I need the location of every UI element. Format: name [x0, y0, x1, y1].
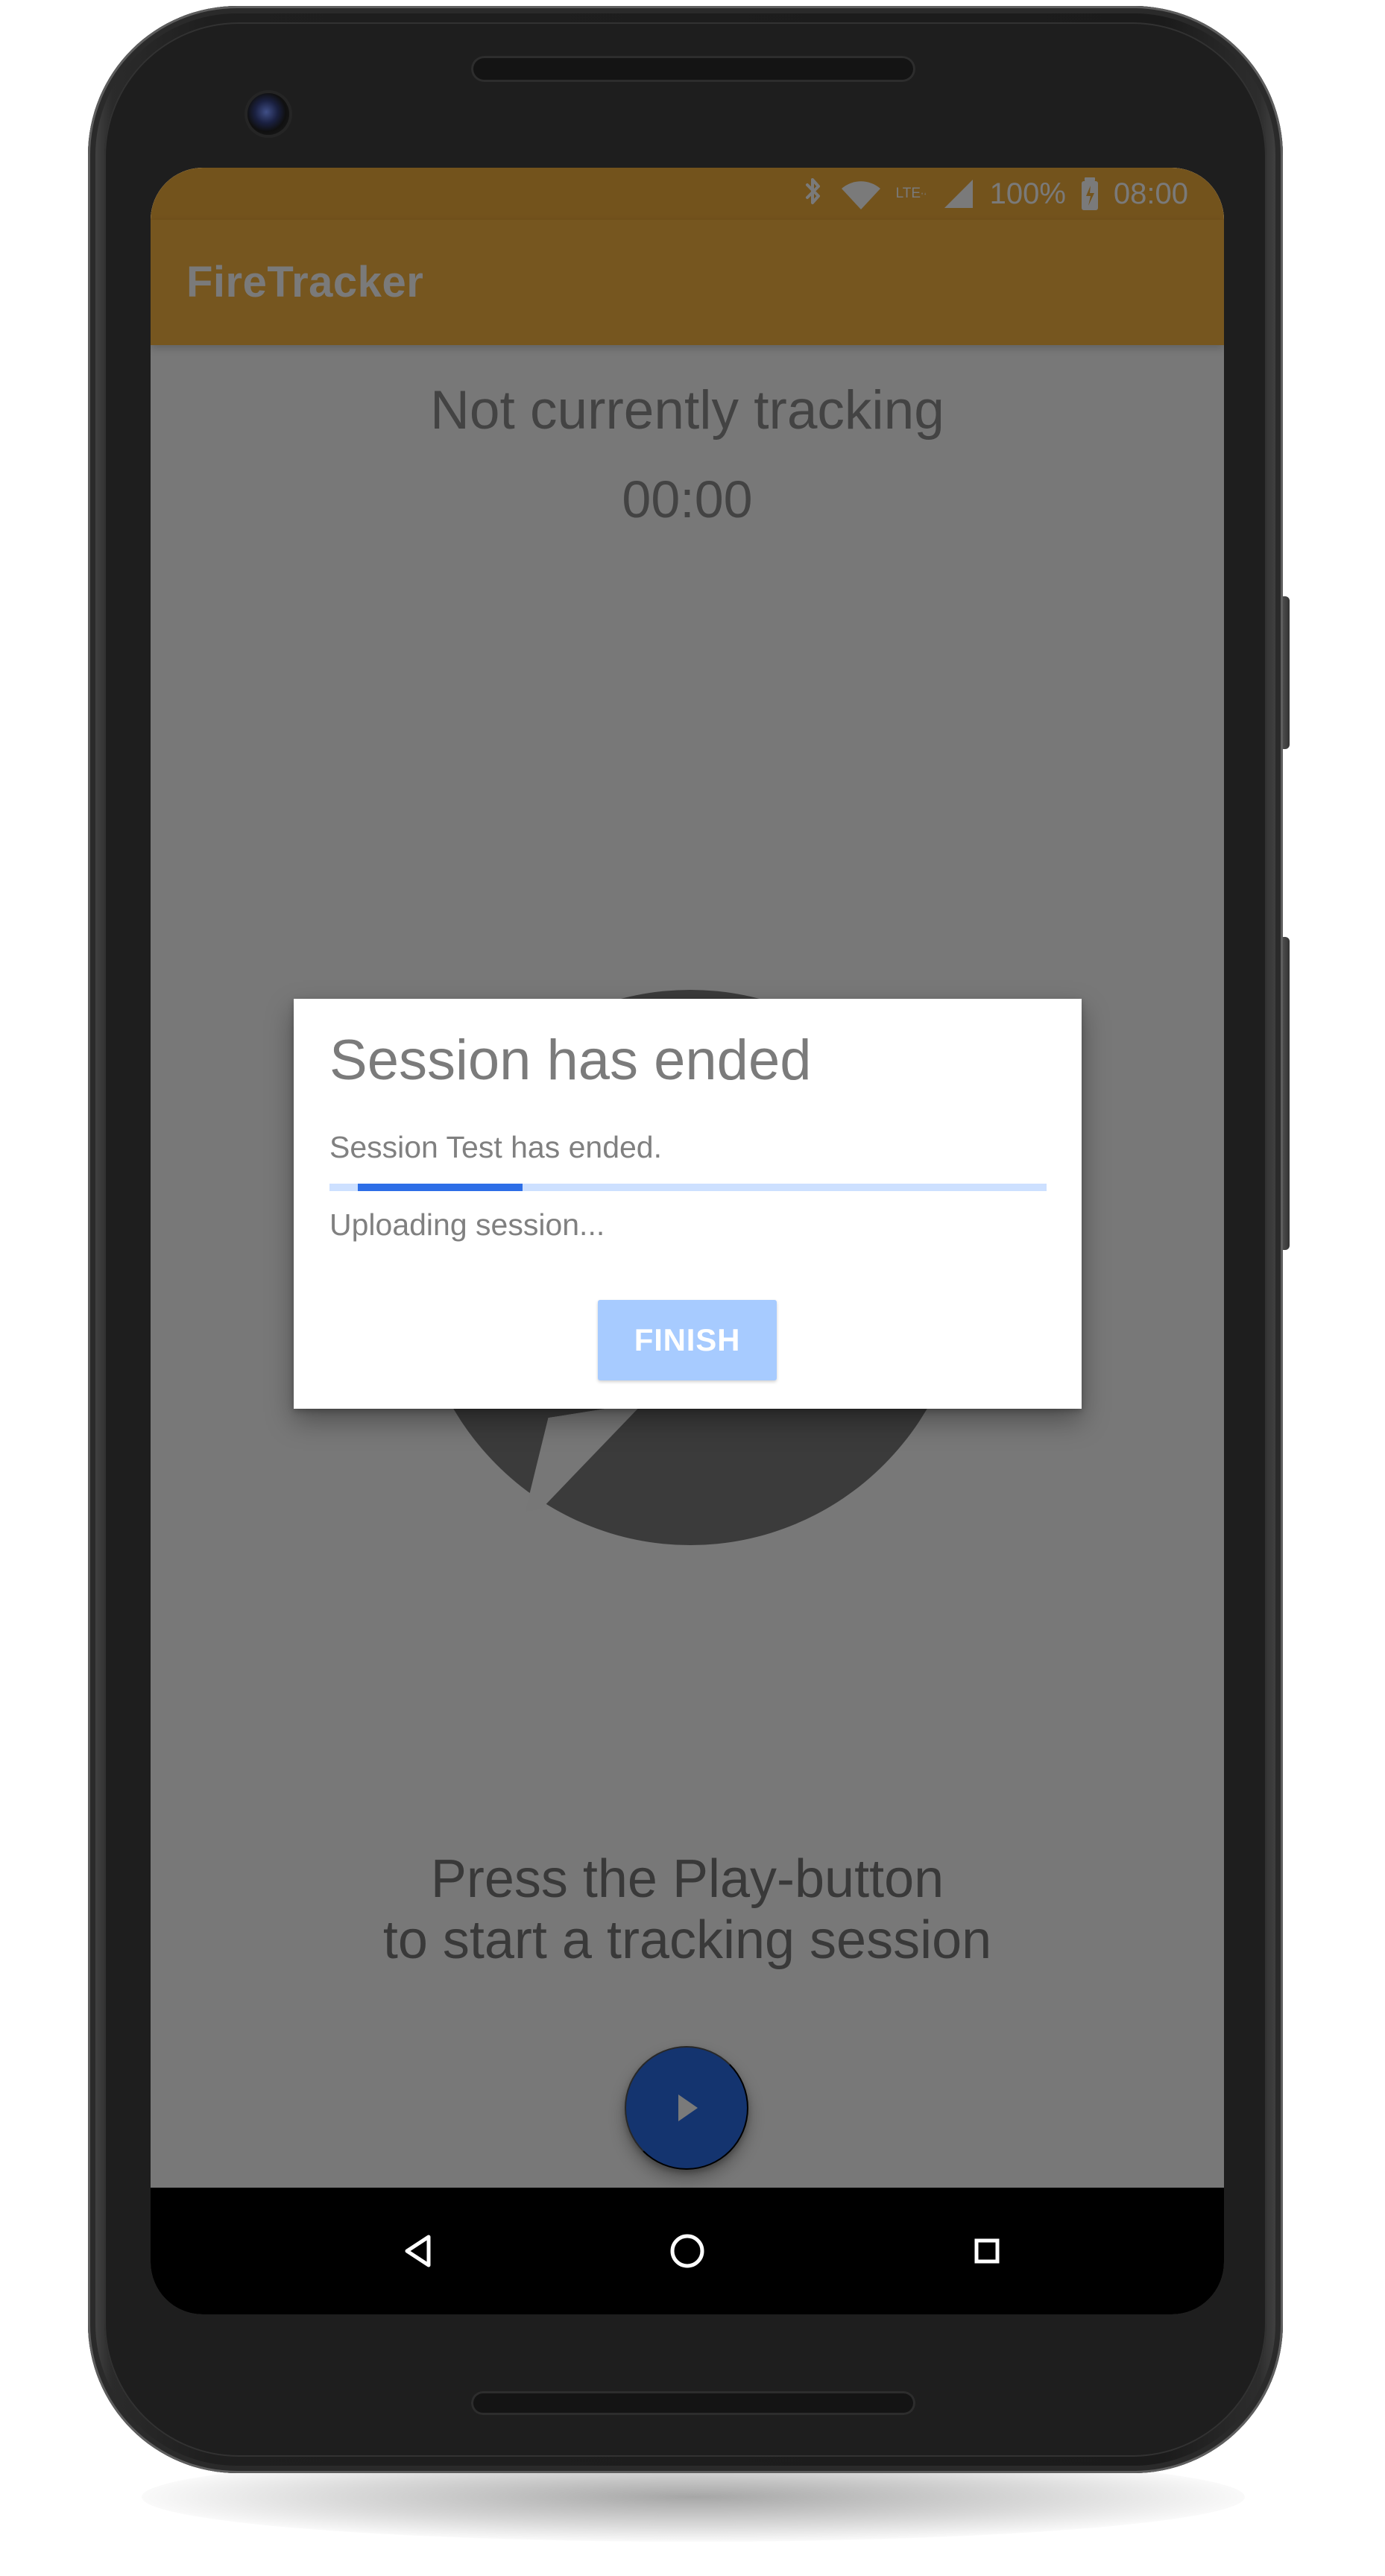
back-button[interactable]: back-triangle-icon	[388, 2221, 447, 2281]
lte-icon: LTE	[896, 175, 927, 212]
tracking-status-text: Not currently tracking	[430, 380, 944, 441]
status-time: 08:00	[1113, 177, 1188, 210]
bluetooth-icon	[801, 175, 826, 212]
bottom-speaker-grille	[471, 2391, 915, 2415]
app-title: FireTracker	[186, 258, 424, 306]
dialog-title: Session has ended	[329, 1029, 812, 1092]
back-triangle-icon	[405, 2235, 431, 2267]
top-speaker-grille	[471, 56, 915, 82]
cellular-signal-icon	[941, 175, 977, 212]
home-button[interactable]: home-circle-icon	[657, 2221, 717, 2281]
app-toolbar: FireTracker	[151, 220, 1224, 345]
recent-apps-button[interactable]: recent-apps-square-icon	[957, 2221, 1017, 2281]
upload-progress-bar	[329, 1184, 1047, 1191]
upload-progress-fill	[358, 1184, 523, 1191]
recent-apps-square-icon	[974, 2238, 1000, 2264]
hint-line-1: Press the Play-button	[430, 1849, 944, 1909]
session-timer: 00:00	[622, 470, 753, 528]
session-ended-dialog: Session has ended Session Test has ended…	[294, 999, 1082, 1409]
battery-percent: 100%	[989, 177, 1066, 210]
play-button[interactable]: play-icon	[625, 2046, 748, 2170]
finish-button[interactable]: FINISH	[598, 1300, 777, 1380]
upload-status-text: Uploading session...	[329, 1208, 605, 1242]
firetracker-app-surface: LTE 100% 08:00 FireTracker Not currently…	[151, 168, 1224, 2188]
hint-line-2: to start a tracking session	[382, 1910, 992, 1970]
play-icon	[678, 2094, 698, 2121]
phone-screen: LTE 100% 08:00 FireTracker Not currently…	[151, 168, 1224, 2314]
battery-charging-icon	[1079, 175, 1100, 212]
phone-screenshot: LTE 100% 08:00 FireTracker Not currently…	[0, 0, 1385, 2576]
home-circle-icon	[670, 2234, 704, 2268]
wifi-icon	[839, 175, 883, 212]
start-session-hint: Press the Play-button to start a trackin…	[151, 1849, 1224, 1971]
status-bar: LTE 100% 08:00	[151, 168, 1224, 220]
dialog-message: Session Test has ended.	[329, 1130, 662, 1164]
front-camera-icon	[247, 93, 289, 135]
android-navigation-bar: back-triangle-icon home-circle-icon rece…	[151, 2188, 1224, 2314]
lte-label: LTE	[895, 185, 921, 201]
